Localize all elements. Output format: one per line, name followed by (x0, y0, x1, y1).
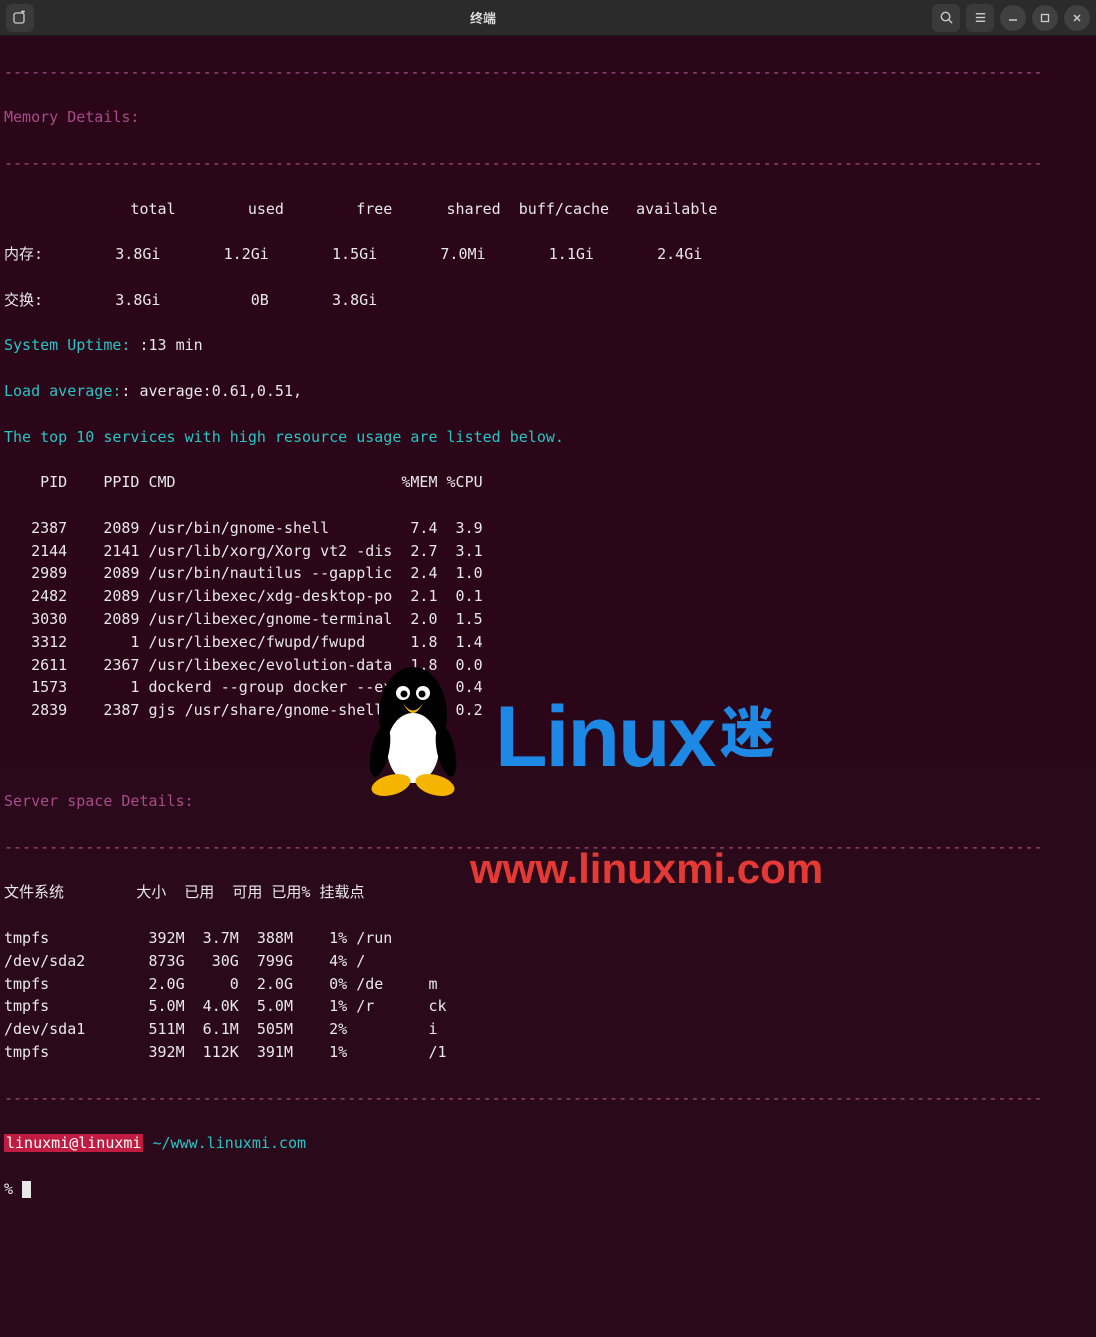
watermark-cn: 迷 (720, 688, 774, 770)
window-titlebar: 终端 (0, 0, 1096, 36)
process-row: 2482 2089 /usr/libexec/xdg-desktop-po 2.… (4, 585, 1092, 608)
watermark-text: Linux (495, 689, 714, 785)
load-value: : average:0.61,0.51, (121, 382, 302, 400)
filesystem-row: /dev/sda2 873G 30G 799G 4% / (4, 950, 1092, 973)
proc-columns: PID PPID CMD %MEM %CPU (4, 471, 1092, 494)
menu-button[interactable] (966, 4, 994, 32)
process-row: 2989 2089 /usr/bin/nautilus --gapplic 2.… (4, 562, 1092, 585)
cursor (22, 1181, 31, 1198)
prompt-symbol: % (4, 1180, 22, 1198)
tux-logo (363, 617, 463, 752)
search-button[interactable] (932, 4, 960, 32)
uptime-value: :13 min (139, 336, 202, 354)
mem-row: 内存: 3.8Gi 1.2Gi 1.5Gi 7.0Mi 1.1Gi 2.4Gi (4, 243, 1092, 266)
watermark-url: www.linuxmi.com (470, 837, 823, 901)
window-title: 终端 (34, 8, 932, 27)
divider: ----------------------------------------… (4, 152, 1092, 175)
mem-columns: total used free shared buff/cache availa… (4, 198, 1092, 221)
prompt-row: linuxmi@linuxmi ~/www.linuxmi.com (4, 1132, 1092, 1155)
filesystem-row: tmpfs 392M 112K 391M 1% /1 (4, 1041, 1092, 1064)
top10-header: The top 10 services with high resource u… (4, 426, 1092, 449)
process-row: 2387 2089 /usr/bin/gnome-shell 7.4 3.9 (4, 517, 1092, 540)
filesystem-list: tmpfs 392M 3.7M 388M 1% /run/dev/sda2 87… (4, 927, 1092, 1064)
prompt-user: linuxmi@linuxmi (4, 1134, 143, 1152)
terminal-pane[interactable]: ----------------------------------------… (0, 36, 1096, 761)
filesystem-row: tmpfs 5.0M 4.0K 5.0M 1% /r ck (4, 995, 1092, 1018)
filesystem-row: /dev/sda1 511M 6.1M 505M 2% i (4, 1018, 1092, 1041)
load-label: Load average: (4, 382, 121, 400)
divider: ----------------------------------------… (4, 61, 1092, 84)
prompt-input-row[interactable]: % (4, 1178, 1092, 1201)
new-tab-button[interactable] (6, 4, 34, 32)
memory-header: Memory Details: (4, 106, 1092, 129)
watermark: Linux迷 www.linuxmi.com (470, 620, 823, 946)
uptime-row: System Uptime: :13 min (4, 334, 1092, 357)
process-row: 2144 2141 /usr/lib/xorg/Xorg vt2 -dis 2.… (4, 540, 1092, 563)
divider: ----------------------------------------… (4, 1087, 1092, 1110)
swap-row: 交换: 3.8Gi 0B 3.8Gi (4, 289, 1092, 312)
close-button[interactable] (1064, 5, 1090, 31)
load-row: Load average:: average:0.61,0.51, (4, 380, 1092, 403)
maximize-button[interactable] (1032, 5, 1058, 31)
prompt-path: ~/www.linuxmi.com (153, 1134, 307, 1152)
filesystem-row: tmpfs 2.0G 0 2.0G 0% /de m (4, 973, 1092, 996)
minimize-button[interactable] (1000, 5, 1026, 31)
uptime-label: System Uptime: (4, 336, 139, 354)
